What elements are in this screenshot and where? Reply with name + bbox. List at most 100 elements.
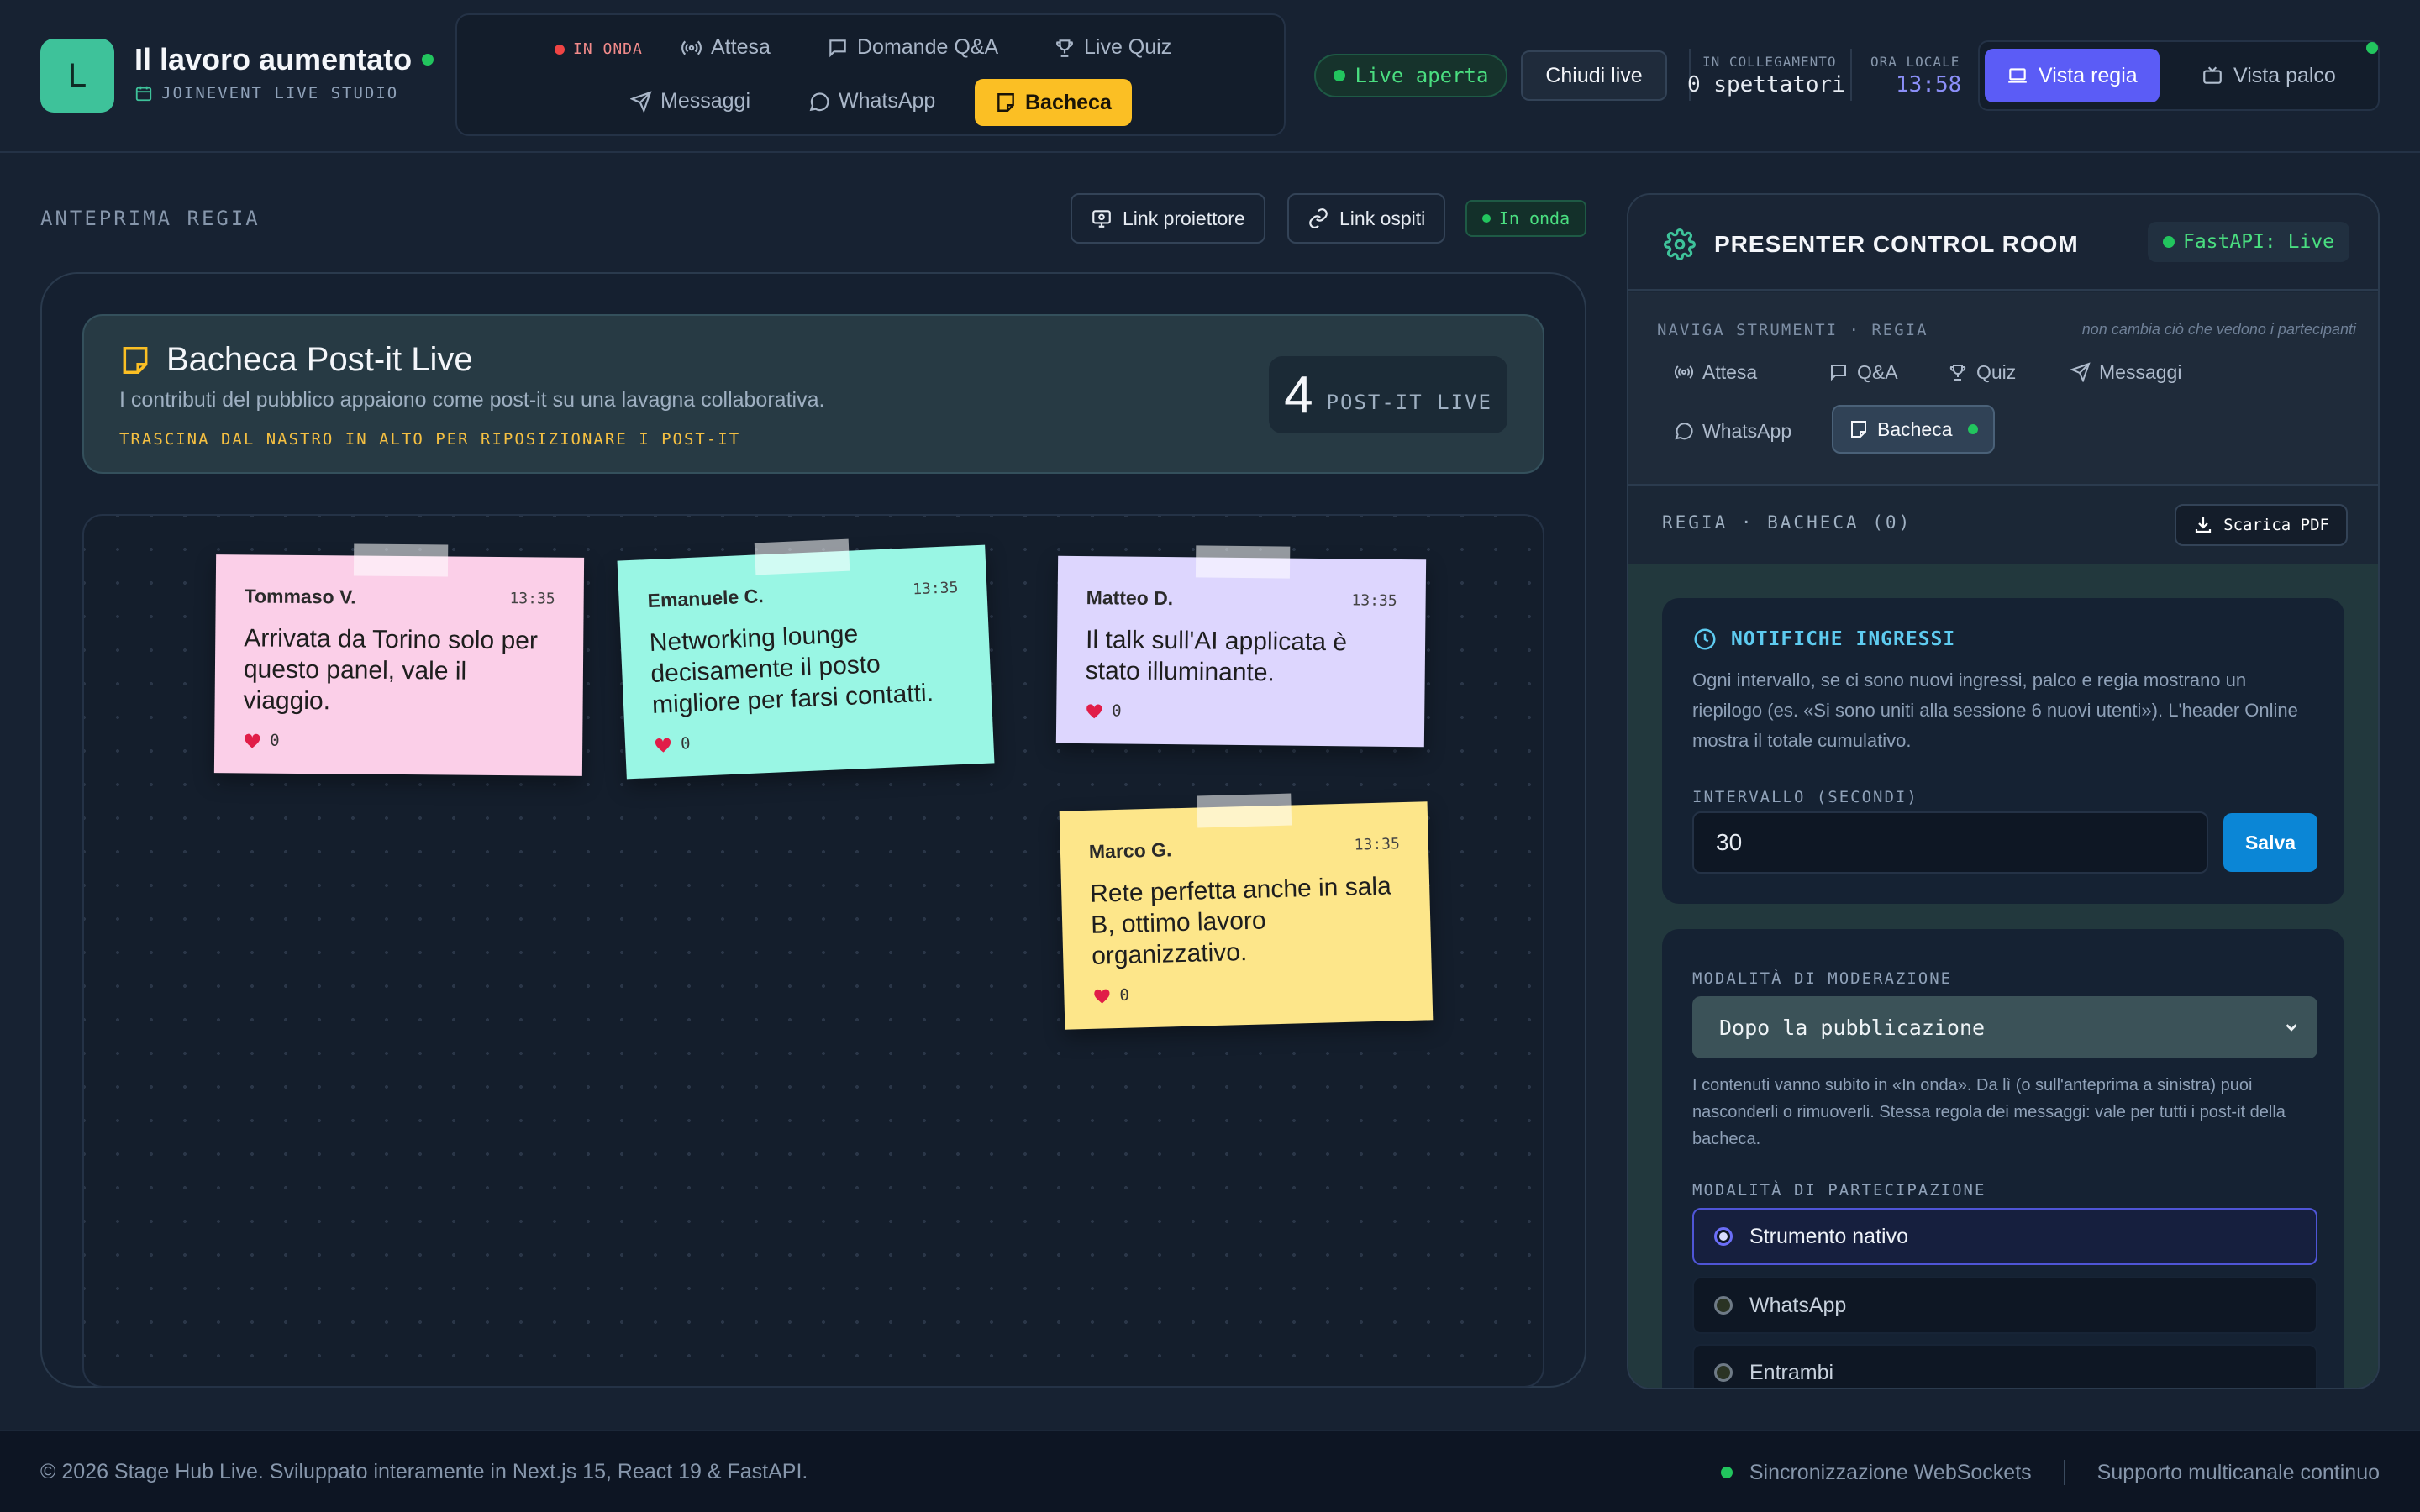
active-dot [1967, 424, 1978, 434]
tool-bacheca-label: Bacheca [1877, 417, 1953, 440]
drag-tape[interactable] [1197, 793, 1292, 828]
notifications-title-text: NOTIFICHE INGRESSI [1731, 628, 1956, 650]
radio-button[interactable] [1714, 1296, 1733, 1315]
participation-option-label: Strumento nativo [1749, 1224, 1908, 1248]
nav-attesa[interactable]: Attesa [681, 35, 771, 60]
drag-tape[interactable] [1195, 545, 1291, 579]
tv-icon [2202, 65, 2223, 87]
note-text: Arrivata da Torino solo per questo panel… [243, 624, 539, 716]
like-button[interactable]: 0 [1092, 979, 1403, 1005]
control-room-panel: PRESENTER CONTROL ROOM FastAPI: Live NAV… [1627, 193, 2380, 1389]
participation-option-label: WhatsApp [1749, 1293, 1847, 1317]
sticky-note-icon [995, 92, 1017, 113]
tool-whatsapp[interactable]: WhatsApp [1659, 407, 1807, 455]
radio-button[interactable] [1714, 1227, 1733, 1246]
nav-whatsapp-label: WhatsApp [839, 89, 936, 113]
participation-option-both[interactable]: Entrambi [1692, 1344, 2317, 1388]
save-interval-button[interactable]: Salva [2223, 813, 2317, 872]
like-count: 0 [1119, 985, 1130, 1005]
connected-label: IN COLLEGAMENTO [1702, 54, 1837, 70]
app-title-text: Il lavoro aumentato [134, 42, 413, 76]
interval-input[interactable]: 30 [1692, 811, 2208, 874]
footer-support: Supporto multicanale continuo [2096, 1460, 2380, 1484]
drag-tape[interactable] [353, 543, 449, 577]
participation-option-native[interactable]: Strumento nativo [1692, 1208, 2317, 1265]
tool-quiz-label: Quiz [1976, 360, 2017, 383]
download-pdf-button[interactable]: Scarica PDF [2175, 504, 2348, 546]
live-status-label: Live aperta [1355, 64, 1489, 87]
participation-label: MODALITÀ DI PARTECIPAZIONE [1692, 1181, 1986, 1200]
note-time: 13:35 [1354, 835, 1401, 854]
tool-messaggi[interactable]: Messaggi [2055, 348, 2196, 396]
tool-qa-label: Q&A [1857, 360, 1898, 383]
link-icon [1307, 207, 1329, 229]
nav-quiz[interactable]: Live Quiz [1054, 35, 1171, 60]
like-count: 0 [680, 734, 692, 753]
heart-icon [1092, 987, 1112, 1005]
drag-tape[interactable] [754, 538, 850, 575]
footer-status: Sincronizzazione WebSockets Supporto mul… [1720, 1460, 2380, 1485]
moderation-select[interactable]: Dopo la pubblicazione [1692, 996, 2317, 1058]
footer-sync: Sincronizzazione WebSockets [1749, 1460, 2032, 1484]
like-button[interactable]: 0 [654, 722, 965, 754]
chat-icon [1828, 362, 1849, 382]
post-it-note[interactable]: Matteo D. 13:35 Il talk sull'AI applicata… [1055, 545, 1427, 748]
like-button[interactable]: 0 [1085, 701, 1396, 723]
guest-link-button[interactable]: Link ospiti [1287, 193, 1446, 244]
tool-bacheca[interactable]: Bacheca [1832, 405, 1995, 454]
logo-letter: L [67, 56, 87, 94]
api-status-badge: FastAPI: Live [2147, 222, 2349, 262]
tool-messaggi-label: Messaggi [2099, 360, 2182, 383]
like-count: 0 [1112, 701, 1122, 721]
broadcast-icon [1674, 362, 1694, 382]
tool-nav-note: non cambia ciò che vedono i partecipanti [2081, 321, 2356, 338]
tool-attesa[interactable]: Attesa [1659, 348, 1772, 396]
interval-label: INTERVALLO (SECONDI) [1692, 788, 1918, 806]
trophy-icon [1948, 362, 1968, 382]
panel-title-text: PRESENTER CONTROL ROOM [1714, 231, 2079, 257]
post-it-counter: 4 POST-IT LIVE [1269, 356, 1507, 433]
app-subtitle: JOINEVENT LIVE STUDIO [134, 84, 398, 102]
tool-qa[interactable]: Q&A [1813, 348, 1913, 396]
tool-quiz[interactable]: Quiz [1933, 348, 2031, 396]
send-icon [2070, 362, 2091, 382]
local-time-label: ORA LOCALE [1870, 54, 1960, 70]
like-count: 0 [270, 731, 280, 750]
view-palco-label: Vista palco [2233, 63, 2336, 87]
nav-messaggi-label: Messaggi [660, 89, 750, 113]
post-it-note[interactable]: Emanuele C. 13:35 Networking lounge decis… [617, 538, 995, 780]
note-author: Emanuele C. [647, 585, 765, 612]
note-text: Networking lounge decisamente il posto m… [649, 620, 934, 720]
nav-whatsapp[interactable]: WhatsApp [808, 89, 935, 113]
nav-qa[interactable]: Domande Q&A [827, 35, 998, 60]
close-live-button[interactable]: Chiudi live [1521, 50, 1667, 101]
tool-whatsapp-label: WhatsApp [1702, 419, 1792, 442]
note-time: 13:35 [912, 579, 959, 599]
moderation-label: MODALITÀ DI MODERAZIONE [1692, 969, 1953, 988]
panel-title: PRESENTER CONTROL ROOM [1664, 228, 2079, 260]
participation-option-whatsapp[interactable]: WhatsApp [1692, 1277, 2317, 1334]
projector-link-button[interactable]: Link proiettore [1071, 193, 1265, 244]
nav-messaggi[interactable]: Messaggi [630, 89, 750, 113]
sticky-note-icon [1849, 419, 1869, 439]
regia-subheader: REGIA · BACHECA (0) Scarica PDF [1628, 487, 2378, 564]
panel-body: NOTIFICHE INGRESSI Ogni intervallo, se c… [1628, 564, 2378, 1388]
view-regia-button[interactable]: Vista regia [1985, 49, 2160, 102]
post-it-note[interactable]: Marco G. 13:35 Rete perfetta anche in sal… [1059, 793, 1434, 1030]
like-button[interactable]: 0 [243, 731, 554, 752]
view-palco-button[interactable]: Vista palco [2202, 49, 2336, 102]
view-switcher: Vista regia Vista palco [1978, 40, 2380, 111]
save-label: Salva [2244, 831, 2296, 853]
board-header: Bacheca Post-it Live I contributi del pu… [82, 314, 1544, 474]
on-air-tag-label: In onda [1498, 208, 1570, 228]
post-it-note[interactable]: Tommaso V. 13:35 Arrivata da Torino solo … [213, 543, 585, 776]
panel-header: PRESENTER CONTROL ROOM FastAPI: Live [1628, 195, 2378, 291]
footer-divider [2063, 1460, 2065, 1485]
radio-button[interactable] [1714, 1363, 1733, 1382]
tool-attesa-label: Attesa [1702, 360, 1758, 383]
view-regia-label: Vista regia [2039, 63, 2138, 87]
nav-bacheca[interactable]: Bacheca [975, 79, 1132, 126]
close-live-label: Chiudi live [1545, 63, 1643, 87]
notifications-title: NOTIFICHE INGRESSI [1692, 627, 1955, 652]
app-subtitle-text: JOINEVENT LIVE STUDIO [161, 84, 399, 102]
